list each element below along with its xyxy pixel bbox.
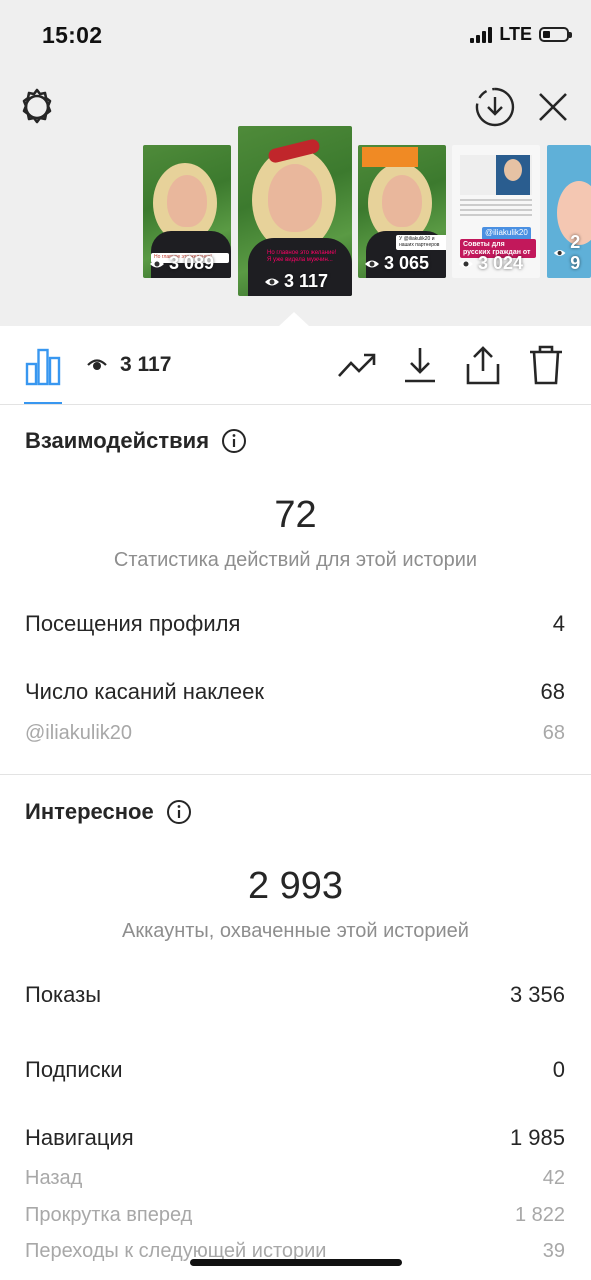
info-icon[interactable]: [166, 799, 192, 825]
reach-total-label: Аккаунты, охваченные этой историей: [122, 920, 469, 942]
stat-value: 0: [552, 1057, 565, 1082]
stat-subrow: Назад 42: [25, 1167, 565, 1190]
story-views: 2 9: [553, 232, 591, 274]
eye-icon: [87, 359, 107, 370]
insights-tab-icon[interactable]: [24, 346, 62, 386]
stat-row: Число касаний наклеек 68: [25, 679, 565, 705]
stat-row: Подписки 0: [25, 1057, 565, 1083]
stat-label: Подписки: [25, 1057, 123, 1082]
discovery-title: Интересное: [25, 799, 192, 825]
stat-value: 4: [552, 611, 565, 636]
reach-total: 2 993: [247, 865, 344, 907]
trash-icon[interactable]: [528, 344, 564, 386]
story-caption: Но главное это желание! Я уже видела муж…: [264, 248, 344, 266]
story-views: 3 024: [458, 253, 523, 274]
eye-icon: [265, 278, 279, 285]
active-tab-indicator: [24, 402, 62, 404]
story-views: 3 117: [264, 271, 328, 292]
stat-label: Назад: [25, 1167, 83, 1189]
eye-icon: [459, 260, 473, 267]
signal-icon: [470, 26, 493, 43]
stat-value: 39: [542, 1240, 565, 1262]
promote-icon[interactable]: [336, 348, 378, 382]
stat-row: Показы 3 356: [25, 982, 565, 1008]
stat-label: Посещения профиля: [25, 611, 241, 636]
stat-label: Навигация: [25, 1125, 134, 1150]
close-icon[interactable]: [534, 88, 572, 126]
eye-icon: [150, 260, 164, 267]
eye-icon: [365, 260, 379, 267]
story-toolbar: 3 117: [0, 326, 591, 405]
stat-label: Показы: [25, 982, 102, 1007]
mention-sticker: @iliakulik20: [482, 227, 531, 240]
interactions-total: 72: [274, 494, 317, 536]
story-carousel-area: 15:02 LTE Но главное это желание! 3 089: [0, 0, 591, 326]
stat-value: 68: [542, 722, 565, 744]
stat-label: Число касаний наклеек: [25, 679, 264, 704]
share-icon[interactable]: [464, 344, 502, 386]
interactions-title: Взаимодействия: [25, 428, 247, 454]
story-thumbnail[interactable]: У @iliakulik20 и наших партнеров 3 065: [358, 145, 446, 278]
stat-value: 1 822: [514, 1204, 565, 1226]
stat-value: 1 985: [509, 1125, 565, 1150]
story-thumbnail-selected[interactable]: Но главное это желание! Я уже видела муж…: [238, 126, 352, 296]
stat-subrow: Прокрутка вперед 1 822: [25, 1204, 565, 1227]
save-story-icon[interactable]: [474, 86, 516, 128]
story-thumbnail[interactable]: 2 9: [547, 145, 591, 278]
stat-label: Прокрутка вперед: [25, 1204, 193, 1226]
stat-label: @iliakulik20: [25, 722, 133, 744]
download-icon[interactable]: [402, 344, 438, 384]
story-thumbnail[interactable]: @iliakulik20 Советы для русских граждан …: [452, 145, 540, 278]
section-divider: [0, 774, 591, 775]
battery-icon: [539, 27, 572, 42]
selection-pointer: [279, 312, 309, 326]
stat-row: Посещения профиля 4: [25, 611, 565, 637]
gear-icon[interactable]: [16, 86, 58, 128]
story-views: 3 065: [364, 253, 429, 274]
stat-value: 3 356: [509, 982, 565, 1007]
stat-row: Навигация 1 985: [25, 1125, 565, 1151]
status-indicators: LTE: [470, 24, 572, 45]
network-label: LTE: [499, 24, 532, 44]
story-caption: У @iliakulik20 и наших партнеров: [396, 235, 446, 250]
status-time: 15:02: [42, 22, 103, 48]
stat-subrow: @iliakulik20 68: [25, 722, 565, 745]
stat-value: 68: [540, 679, 565, 704]
views-count: 3 117: [120, 353, 172, 376]
story-views: 3 089: [149, 253, 214, 274]
stat-value: 42: [542, 1167, 565, 1189]
info-icon[interactable]: [221, 428, 247, 454]
home-indicator[interactable]: [190, 1259, 402, 1266]
eye-icon: [553, 250, 566, 256]
story-thumbnail[interactable]: Но главное это желание! 3 089: [143, 145, 231, 278]
interactions-total-label: Статистика действий для этой истории: [113, 549, 478, 571]
